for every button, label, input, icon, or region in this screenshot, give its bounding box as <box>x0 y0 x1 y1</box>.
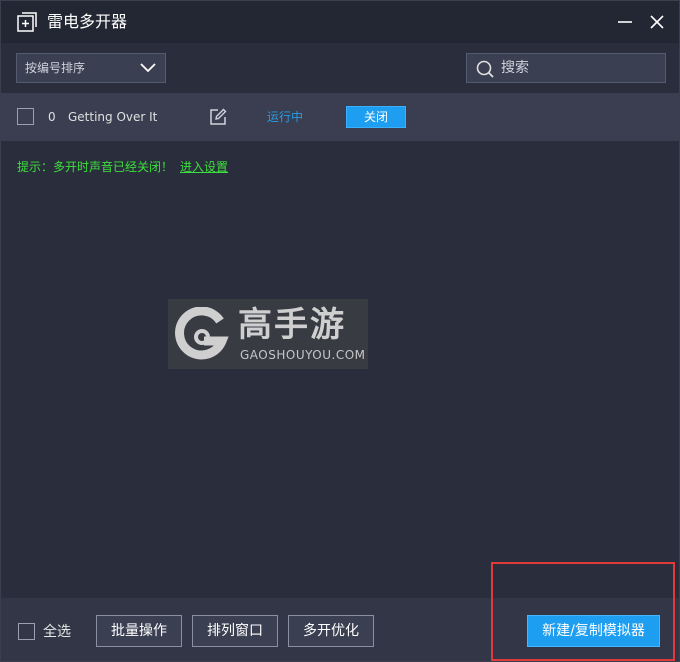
search-box[interactable] <box>466 53 666 83</box>
toolbar: 按编号排序 <box>1 43 679 93</box>
instance-close-button[interactable]: 关闭 <box>346 106 406 128</box>
select-all-checkbox[interactable] <box>18 623 35 640</box>
sound-muted-tip: 提示：多开时声音已经关闭！ <box>17 160 174 174</box>
watermark-cn: 高手游 <box>238 305 346 345</box>
search-icon <box>476 60 494 78</box>
window-title: 雷电多开器 <box>47 12 128 31</box>
new-copy-emulator-button[interactable]: 新建/复制模拟器 <box>527 615 660 647</box>
app-logo-icon <box>17 12 37 32</box>
multi-instance-manager-window: 雷电多开器 按编号排序 0 Getting Over It <box>0 0 680 662</box>
instance-index: 0 <box>48 110 56 124</box>
arrange-windows-button[interactable]: 排列窗口 <box>192 615 278 647</box>
select-all-label: 全选 <box>43 624 71 640</box>
bottom-bar: 全选 批量操作 排列窗口 多开优化 新建/复制模拟器 <box>1 598 679 661</box>
instance-row: 0 Getting Over It 运行中 关闭 <box>1 93 679 141</box>
close-icon[interactable] <box>647 12 667 32</box>
sort-selected-value: 按编号排序 <box>25 61 86 75</box>
minimize-icon[interactable] <box>615 12 635 32</box>
multi-optimize-button[interactable]: 多开优化 <box>288 615 374 647</box>
instance-status: 运行中 <box>267 110 304 124</box>
watermark: 高手游 GAOSHOUYOU.COM <box>168 299 368 369</box>
chevron-down-icon <box>140 63 156 73</box>
instance-name: Getting Over It <box>68 110 158 124</box>
watermark-en: GAOSHOUYOU.COM <box>240 348 366 362</box>
edit-icon[interactable] <box>209 108 227 126</box>
batch-operation-button[interactable]: 批量操作 <box>96 615 182 647</box>
watermark-logo-icon <box>175 307 229 360</box>
instance-checkbox[interactable] <box>17 108 34 125</box>
sort-dropdown[interactable]: 按编号排序 <box>16 53 166 83</box>
search-input[interactable] <box>501 58 651 78</box>
enter-settings-link[interactable]: 进入设置 <box>180 159 228 175</box>
title-bar: 雷电多开器 <box>1 1 679 43</box>
